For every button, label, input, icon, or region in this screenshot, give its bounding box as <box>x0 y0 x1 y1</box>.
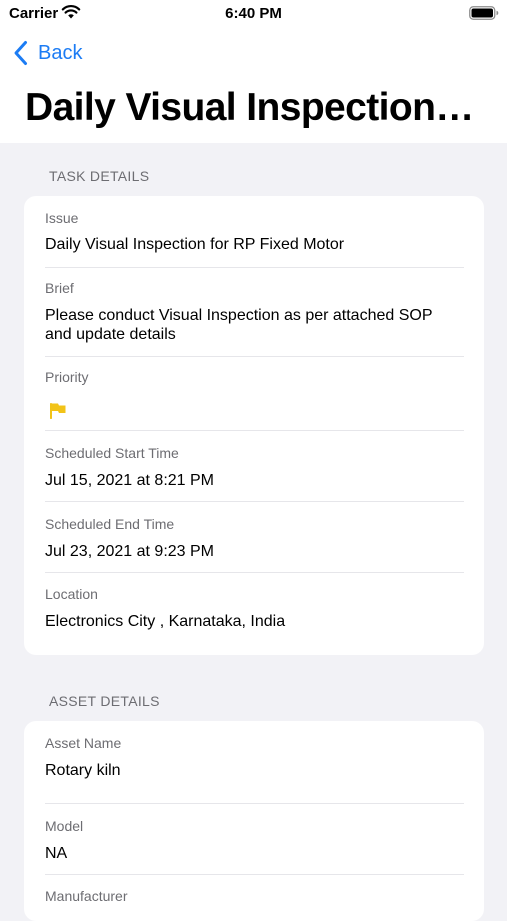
scheduled-end-label: Scheduled End Time <box>45 516 175 532</box>
battery-icon <box>469 6 499 20</box>
model-label: Model <box>45 818 84 834</box>
brief-label: Brief <box>45 280 74 296</box>
asset-details-header: ASSET DETAILS <box>49 693 160 709</box>
model-row: Model NA <box>45 804 464 874</box>
task-details-card: Issue Daily Visual Inspection for RP Fix… <box>24 196 484 655</box>
issue-value: Daily Visual Inspection for RP Fixed Mot… <box>45 236 345 253</box>
navigation-header: Carrier 6:40 PM Back Daily Visual Inspec… <box>0 0 507 143</box>
scheduled-start-row: Scheduled Start Time Jul 15, 2021 at 8:2… <box>45 431 464 501</box>
back-label: Back <box>38 41 83 64</box>
brief-value-line-1: Please conduct Visual Inspection as per … <box>45 307 433 324</box>
flag-icon <box>50 403 66 419</box>
chevron-left-icon <box>14 41 27 65</box>
scheduled-start-value: Jul 15, 2021 at 8:21 PM <box>45 472 214 489</box>
location-value: Electronics City , Karnataka, India <box>45 613 286 630</box>
scheduled-end-value: Jul 23, 2021 at 9:23 PM <box>45 543 214 560</box>
issue-row: Issue Daily Visual Inspection for RP Fix… <box>45 196 464 267</box>
brief-row: Brief Please conduct Visual Inspection a… <box>45 268 464 356</box>
back-button[interactable]: Back <box>13 38 82 68</box>
scheduled-start-label: Scheduled Start Time <box>45 445 179 461</box>
clock: 6:40 PM <box>225 5 282 22</box>
manufacturer-row: Manufacturer <box>45 875 464 921</box>
issue-label: Issue <box>45 210 79 226</box>
brief-value-line-2: and update details <box>45 326 176 343</box>
location-label: Location <box>45 586 98 602</box>
model-value: NA <box>45 845 68 862</box>
asset-details-card: Asset Name Rotary kiln Model NA Manufact… <box>24 721 484 921</box>
scheduled-end-row: Scheduled End Time Jul 23, 2021 at 9:23 … <box>45 502 464 572</box>
asset-name-row: Asset Name Rotary kiln <box>45 721 464 803</box>
manufacturer-label: Manufacturer <box>45 888 128 904</box>
location-row: Location Electronics City , Karnataka, I… <box>45 573 464 655</box>
status-bar: Carrier 6:40 PM <box>0 0 507 30</box>
asset-name-value: Rotary kiln <box>45 762 121 779</box>
page-title: Daily Visual Inspection… <box>25 86 474 129</box>
priority-label: Priority <box>45 369 89 385</box>
task-details-header: TASK DETAILS <box>49 168 150 184</box>
asset-name-label: Asset Name <box>45 735 122 751</box>
priority-row: Priority <box>45 357 464 430</box>
